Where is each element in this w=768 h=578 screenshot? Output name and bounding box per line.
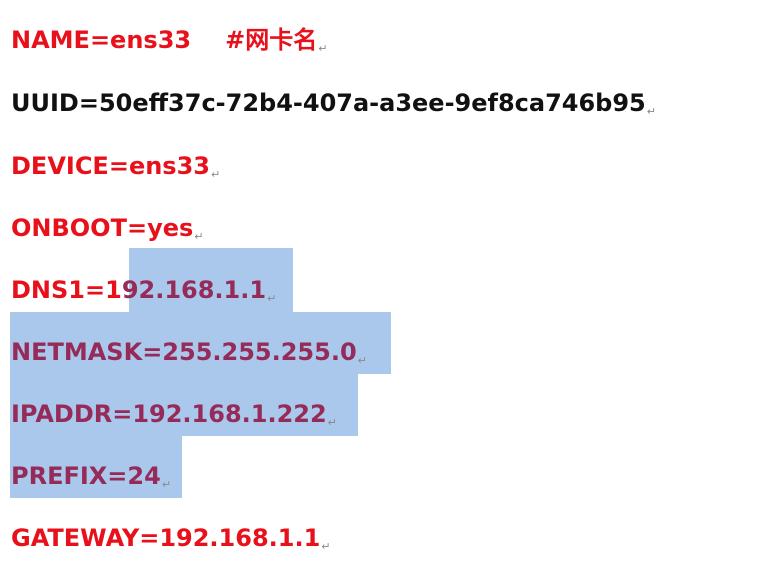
config-text: UUID=50eff37c-72b4-407a-a3ee-9ef8ca746b9… (11, 89, 646, 117)
config-line-onboot[interactable]: ONBOOT=yes↵ (11, 208, 204, 248)
paragraph-mark-icon: ↵ (194, 230, 204, 243)
paragraph-mark-icon: ↵ (161, 478, 172, 491)
config-line-device[interactable]: DEVICE=ens33↵ (11, 146, 220, 186)
document-page: NAME=ens33 #网卡名↵ UUID=50eff37c-72b4-407a-… (0, 0, 768, 578)
config-line-ipaddr[interactable]: IPADDR=192.168.1.222↵ (11, 394, 337, 434)
paragraph-mark-icon: ↵ (318, 42, 328, 55)
config-text: NETMASK=255.255.255.0 (11, 338, 357, 366)
config-comment: #网卡名 (225, 26, 318, 54)
config-line-prefix[interactable]: PREFIX=24↵ (11, 456, 171, 496)
config-text: ONBOOT=yes (11, 214, 194, 242)
config-text: GATEWAY=192.168.1.1 (11, 524, 321, 552)
paragraph-mark-icon: ↵ (357, 354, 367, 367)
paragraph-mark-icon: ↵ (327, 416, 337, 429)
paragraph-mark-icon: ↵ (210, 168, 221, 181)
config-text-selected: 92.168.1.1 (121, 276, 267, 304)
config-line-gateway[interactable]: GATEWAY=192.168.1.1↵ (11, 518, 331, 558)
config-text: NAME=ens33 (11, 26, 192, 54)
config-text: DNS1=1 (11, 276, 122, 304)
paragraph-mark-icon: ↵ (267, 292, 277, 305)
config-line-uuid[interactable]: UUID=50eff37c-72b4-407a-a3ee-9ef8ca746b9… (11, 83, 656, 123)
config-text: IPADDR=192.168.1.222 (11, 400, 327, 428)
paragraph-mark-icon: ↵ (646, 105, 656, 118)
paragraph-mark-icon: ↵ (321, 540, 331, 553)
config-line-name[interactable]: NAME=ens33 #网卡名↵ (11, 20, 327, 60)
config-line-dns1[interactable]: DNS1=192.168.1.1↵ (11, 270, 276, 310)
config-text: DEVICE=ens33 (11, 152, 210, 180)
config-text: PREFIX=24 (11, 462, 161, 490)
config-line-netmask[interactable]: NETMASK=255.255.255.0↵ (11, 332, 367, 372)
